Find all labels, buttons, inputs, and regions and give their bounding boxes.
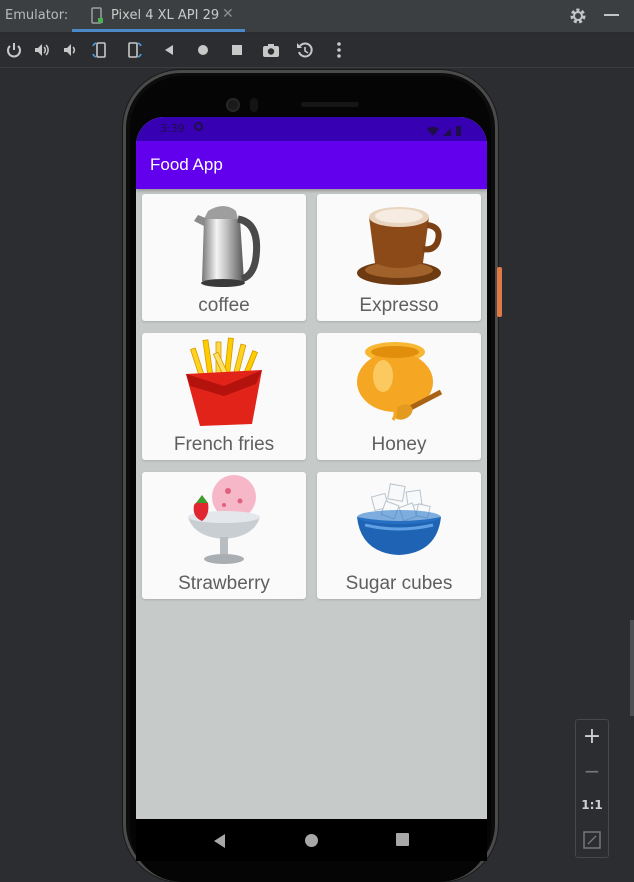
notification-icon bbox=[194, 122, 203, 131]
french-fries-image bbox=[186, 337, 262, 426]
close-icon[interactable]: ✕ bbox=[222, 6, 234, 22]
zoom-in-button[interactable]: + bbox=[576, 722, 608, 754]
food-card-strawberry[interactable]: Strawberry bbox=[142, 472, 306, 599]
device-screen: 3:39 Food App coffee Expresso French fri… bbox=[136, 117, 487, 819]
replay-icon[interactable] bbox=[295, 40, 315, 60]
food-label: Honey bbox=[371, 434, 427, 455]
coffee-cup-image bbox=[357, 207, 442, 285]
food-label: Sugar cubes bbox=[345, 573, 453, 594]
zoom-out-button[interactable]: − bbox=[576, 756, 608, 788]
food-card-expresso[interactable]: Expresso bbox=[317, 194, 481, 321]
nav-home-icon[interactable] bbox=[305, 834, 318, 847]
scrollbar[interactable] bbox=[630, 620, 634, 716]
zoom-controls: + − 1:1 bbox=[575, 719, 609, 858]
food-card-coffee[interactable]: coffee bbox=[142, 194, 306, 321]
home-icon[interactable] bbox=[193, 40, 213, 60]
emulator-label: Emulator: bbox=[5, 8, 69, 23]
food-label: Strawberry bbox=[178, 573, 270, 594]
food-label: French fries bbox=[173, 434, 275, 455]
device-tab-title: Pixel 4 XL API 29 bbox=[111, 8, 220, 23]
minimize-icon[interactable] bbox=[604, 14, 619, 16]
nav-back-icon[interactable] bbox=[214, 833, 226, 852]
tool-window-header: Emulator: Pixel 4 XL API 29 ✕ bbox=[0, 0, 634, 33]
kettle-image bbox=[194, 206, 261, 287]
app-title: Food App bbox=[150, 155, 223, 174]
nav-recents-icon[interactable] bbox=[396, 833, 409, 846]
ice-cream-image bbox=[188, 475, 260, 564]
status-icons bbox=[425, 122, 465, 141]
food-card-french-fries[interactable]: French fries bbox=[142, 333, 306, 460]
food-label: coffee bbox=[198, 295, 250, 316]
volume-down-icon[interactable] bbox=[60, 40, 80, 60]
more-icon[interactable] bbox=[329, 40, 349, 60]
android-nav-bar bbox=[136, 819, 487, 861]
status-bar: 3:39 bbox=[136, 117, 487, 141]
volume-up-icon[interactable] bbox=[32, 40, 52, 60]
app-bar: Food App bbox=[136, 141, 487, 189]
status-time: 3:39 bbox=[160, 122, 185, 135]
device-icon bbox=[90, 7, 104, 29]
actual-size-button[interactable]: 1:1 bbox=[576, 790, 608, 822]
honey-pot-image bbox=[357, 342, 443, 421]
food-label: Expresso bbox=[359, 295, 439, 316]
power-side-button[interactable] bbox=[497, 267, 502, 317]
food-card-sugar-cubes[interactable]: Sugar cubes bbox=[317, 472, 481, 599]
food-card-honey[interactable]: Honey bbox=[317, 333, 481, 460]
camera-icon[interactable] bbox=[261, 40, 281, 60]
overview-icon[interactable] bbox=[227, 40, 247, 60]
device-tab[interactable]: Pixel 4 XL API 29 ✕ bbox=[72, 0, 245, 32]
back-icon[interactable] bbox=[159, 40, 179, 60]
sugar-bowl-image bbox=[357, 483, 441, 555]
fit-screen-icon[interactable] bbox=[576, 824, 608, 856]
earpiece bbox=[301, 102, 359, 107]
gear-icon[interactable] bbox=[568, 6, 588, 30]
sensor bbox=[250, 98, 258, 112]
front-camera bbox=[226, 98, 240, 112]
power-icon[interactable] bbox=[4, 40, 24, 60]
active-tab-indicator bbox=[72, 29, 245, 32]
emulator-toolbar bbox=[0, 33, 634, 68]
rotate-right-icon[interactable] bbox=[124, 40, 144, 60]
rotate-left-icon[interactable] bbox=[90, 40, 110, 60]
